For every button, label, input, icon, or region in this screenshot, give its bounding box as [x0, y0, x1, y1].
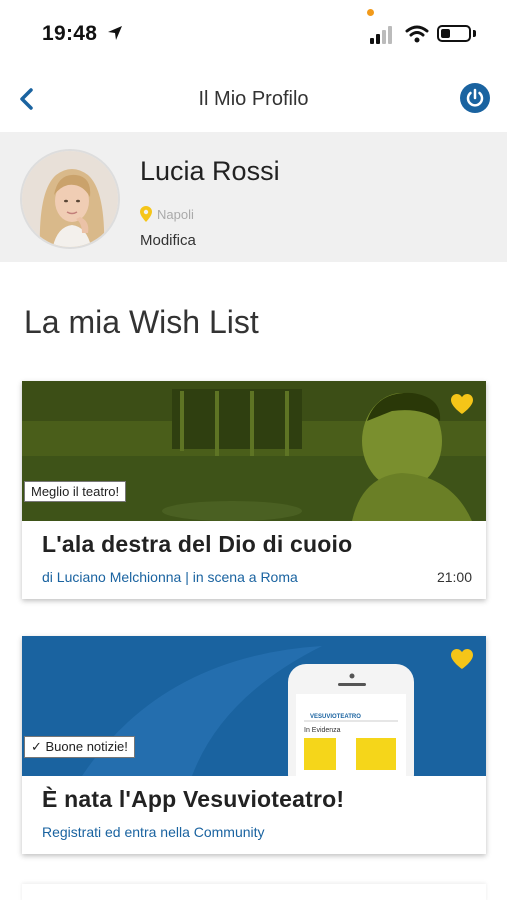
phone-brand-label: VESUVIOTEATRO — [310, 714, 361, 720]
wifi-icon — [405, 25, 429, 43]
avatar[interactable] — [20, 149, 120, 249]
profile-name: Lucia Rossi — [140, 156, 280, 186]
profile-city: Napoli — [157, 206, 194, 222]
power-icon — [466, 88, 484, 107]
event-title[interactable]: L'ala destra del Dio di cuoio — [42, 531, 352, 558]
category-tag: ✓ Buone notizie! — [24, 736, 135, 758]
cellular-signal-icon — [370, 26, 396, 44]
news-image: VESUVIOTEATRO In Evidenza ✓ Buone notizi… — [22, 636, 486, 776]
status-time: 19:48 — [42, 22, 98, 45]
wishlist-card[interactable]: Meglio il teatro! L'ala destra del Dio d… — [22, 381, 486, 599]
location-arrow-icon — [108, 26, 122, 40]
wishlist-card[interactable]: VESUVIOTEATRO In Evidenza ✓ Buone notizi… — [22, 636, 486, 854]
heart-icon[interactable] — [450, 393, 474, 415]
profile-section: Lucia Rossi Napoli Modifica — [0, 132, 507, 262]
wishlist-heading: La mia Wish List — [24, 304, 259, 340]
location-row: Napoli — [140, 206, 194, 222]
event-image: Meglio il teatro! — [22, 381, 486, 521]
privacy-indicator-dot — [367, 9, 374, 16]
page-title: Il Mio Profilo — [198, 88, 309, 110]
battery-icon — [437, 25, 471, 42]
avatar-photo — [22, 151, 118, 247]
heart-icon[interactable] — [450, 648, 474, 670]
wishlist-card-partial[interactable] — [22, 884, 486, 900]
category-tag: Meglio il teatro! — [24, 481, 127, 502]
event-subtitle[interactable]: di Luciano Melchionna | in scena a Roma — [42, 569, 298, 585]
logout-power-button[interactable] — [460, 83, 490, 113]
news-subtitle[interactable]: Registrati ed entra nella Community — [42, 824, 265, 840]
event-time: 21:00 — [436, 569, 472, 585]
top-navigation-bar: Il Mio Profilo — [0, 70, 507, 130]
news-title[interactable]: È nata l'App Vesuvioteatro! — [42, 786, 344, 813]
edit-profile-link[interactable]: Modifica — [140, 232, 196, 249]
phone-section-label: In Evidenza — [304, 727, 341, 734]
battery-tip — [473, 30, 476, 37]
status-bar: 19:48 — [0, 0, 507, 68]
location-pin-icon — [140, 206, 152, 222]
